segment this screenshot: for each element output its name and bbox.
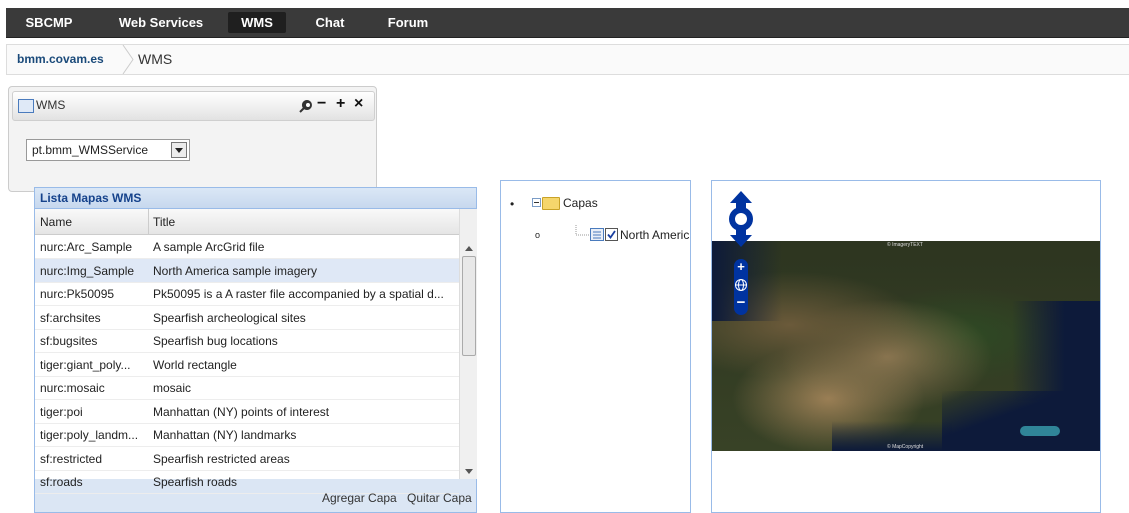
layer-tree-panel: • Capas o North Americ bbox=[500, 180, 691, 513]
table-row[interactable]: sf:archsites Spearfish archeological site… bbox=[35, 306, 459, 330]
wms-service-select-value: pt.bmm_WMSService bbox=[32, 143, 149, 157]
collapse-icon[interactable] bbox=[532, 198, 541, 207]
breadcrumb-separator-icon bbox=[122, 45, 134, 74]
breadcrumb: bmm.covam.es WMS bbox=[6, 44, 1129, 75]
breadcrumb-current: WMS bbox=[138, 51, 173, 67]
cell-name: nurc:mosaic bbox=[40, 381, 105, 395]
nav-item-chat[interactable]: Chat bbox=[310, 8, 350, 37]
cell-title: Spearfish archeological sites bbox=[153, 310, 306, 325]
column-header-name[interactable]: Name bbox=[40, 215, 72, 229]
window-icon bbox=[18, 99, 34, 113]
cell-name: tiger:giant_poly... bbox=[40, 357, 131, 372]
cell-name: sf:restricted bbox=[40, 451, 103, 466]
tree-sub-bullet: o bbox=[535, 230, 541, 240]
cell-title: A sample ArcGrid file bbox=[153, 240, 265, 254]
cell-title: Spearfish bug locations bbox=[153, 334, 278, 348]
nav-item-sbcmp[interactable]: SBCMP bbox=[20, 8, 78, 37]
scroll-up-icon[interactable] bbox=[465, 246, 473, 251]
table-row[interactable]: nurc:Arc_Sample A sample ArcGrid file bbox=[35, 235, 459, 259]
wms-maps-grid: Name Title nurc:Arc_Sample A sample ArcGr… bbox=[35, 208, 477, 494]
map-imagery[interactable]: © ImageryTEXT © MapCopyright bbox=[712, 241, 1100, 451]
table-row[interactable]: tiger:poi Manhattan (NY) points of intere… bbox=[35, 400, 459, 424]
zoom-out-icon[interactable]: − bbox=[734, 295, 748, 310]
layer-checkbox[interactable] bbox=[605, 228, 618, 241]
tree-bullet: • bbox=[510, 197, 515, 211]
layer-icon bbox=[590, 228, 604, 241]
cell-title: Spearfish restricted areas bbox=[153, 451, 290, 466]
pan-control[interactable] bbox=[726, 191, 756, 247]
map-attribution-bottom: © MapCopyright bbox=[887, 444, 924, 450]
close-icon[interactable]: × bbox=[354, 95, 363, 113]
wms-service-select[interactable]: pt.bmm_WMSService bbox=[26, 139, 190, 161]
wms-maps-list-panel: Lista Mapas WMS Name Title nurc:Arc_Samp… bbox=[34, 187, 477, 513]
wms-maps-list-title: Lista Mapas WMS bbox=[35, 188, 476, 208]
column-header-title[interactable]: Title bbox=[153, 215, 175, 229]
cell-name: sf:archsites bbox=[40, 310, 101, 325]
cell-title: Manhattan (NY) points of interest bbox=[153, 404, 330, 419]
breadcrumb-site-link[interactable]: bmm.covam.es bbox=[6, 45, 114, 74]
zoom-control: + − bbox=[734, 259, 748, 315]
map-panel: © ImageryTEXT © MapCopyright + − bbox=[711, 180, 1101, 513]
cell-title: North America sample imagery bbox=[153, 263, 318, 278]
minimize-icon[interactable]: − bbox=[317, 95, 326, 113]
cell-name: nurc:Img_Sample bbox=[40, 263, 135, 278]
grid-scrollbar[interactable] bbox=[459, 209, 477, 479]
configure-icon[interactable] bbox=[298, 98, 316, 114]
wms-portlet-title: WMS bbox=[36, 98, 66, 112]
table-row[interactable]: nurc:Pk50095 Pk50095 is a A raster file a… bbox=[35, 282, 459, 306]
cell-name: nurc:Pk50095 bbox=[40, 287, 115, 301]
maximize-icon[interactable]: + bbox=[336, 95, 345, 113]
cell-name: nurc:Arc_Sample bbox=[40, 240, 133, 254]
globe-icon[interactable] bbox=[734, 278, 748, 292]
table-row[interactable]: tiger:poly_landm... Manhattan (NY) landma… bbox=[35, 423, 459, 447]
tree-connector bbox=[575, 225, 590, 236]
top-navigation-bar: SBCMP Web Services WMS Chat Forum bbox=[6, 8, 1129, 38]
tree-layer-label[interactable]: North Americ bbox=[620, 228, 689, 242]
table-row[interactable]: tiger:giant_poly... World rectangle bbox=[35, 353, 459, 377]
grid-header: Name Title bbox=[35, 209, 459, 235]
cell-title: World rectangle bbox=[153, 357, 237, 372]
add-layer-button[interactable]: Agregar Capa bbox=[320, 488, 399, 508]
nav-item-wms[interactable]: WMS bbox=[228, 12, 286, 33]
pan-down-icon[interactable] bbox=[730, 235, 752, 247]
table-row[interactable]: sf:restricted Spearfish restricted areas bbox=[35, 447, 459, 471]
cell-name: tiger:poly_landm... bbox=[40, 428, 139, 442]
scrollbar-thumb[interactable] bbox=[462, 256, 476, 356]
nav-item-web-services[interactable]: Web Services bbox=[111, 8, 211, 37]
remove-layer-button[interactable]: Quitar Capa bbox=[405, 488, 474, 508]
cell-title: Manhattan (NY) landmarks bbox=[153, 428, 297, 442]
wms-portlet: WMS − + × pt.bmm_WMSService bbox=[8, 86, 377, 192]
pan-up-icon[interactable] bbox=[730, 191, 752, 203]
zoom-in-icon[interactable]: + bbox=[734, 260, 748, 273]
map-attribution-top: © ImageryTEXT bbox=[887, 242, 923, 248]
nav-item-forum[interactable]: Forum bbox=[384, 8, 432, 37]
scroll-down-icon[interactable] bbox=[465, 469, 473, 474]
cell-name: sf:bugsites bbox=[40, 334, 98, 348]
chevron-down-icon[interactable] bbox=[171, 142, 187, 158]
folder-icon bbox=[542, 197, 560, 210]
cell-title: mosaic bbox=[153, 381, 192, 395]
tree-root-label[interactable]: Capas bbox=[563, 196, 598, 210]
wms-portlet-header: WMS − + × bbox=[12, 91, 375, 121]
table-row[interactable]: sf:bugsites Spearfish bug locations bbox=[35, 329, 459, 353]
cell-name: tiger:poi bbox=[40, 404, 83, 419]
list-panel-footer: Agregar Capa Quitar Capa bbox=[35, 484, 476, 512]
cell-title: Pk50095 is a A raster file accompanied b… bbox=[153, 287, 444, 301]
table-row[interactable]: nurc:Img_Sample North America sample imag… bbox=[35, 258, 459, 283]
table-row[interactable]: nurc:mosaic mosaic bbox=[35, 376, 459, 400]
